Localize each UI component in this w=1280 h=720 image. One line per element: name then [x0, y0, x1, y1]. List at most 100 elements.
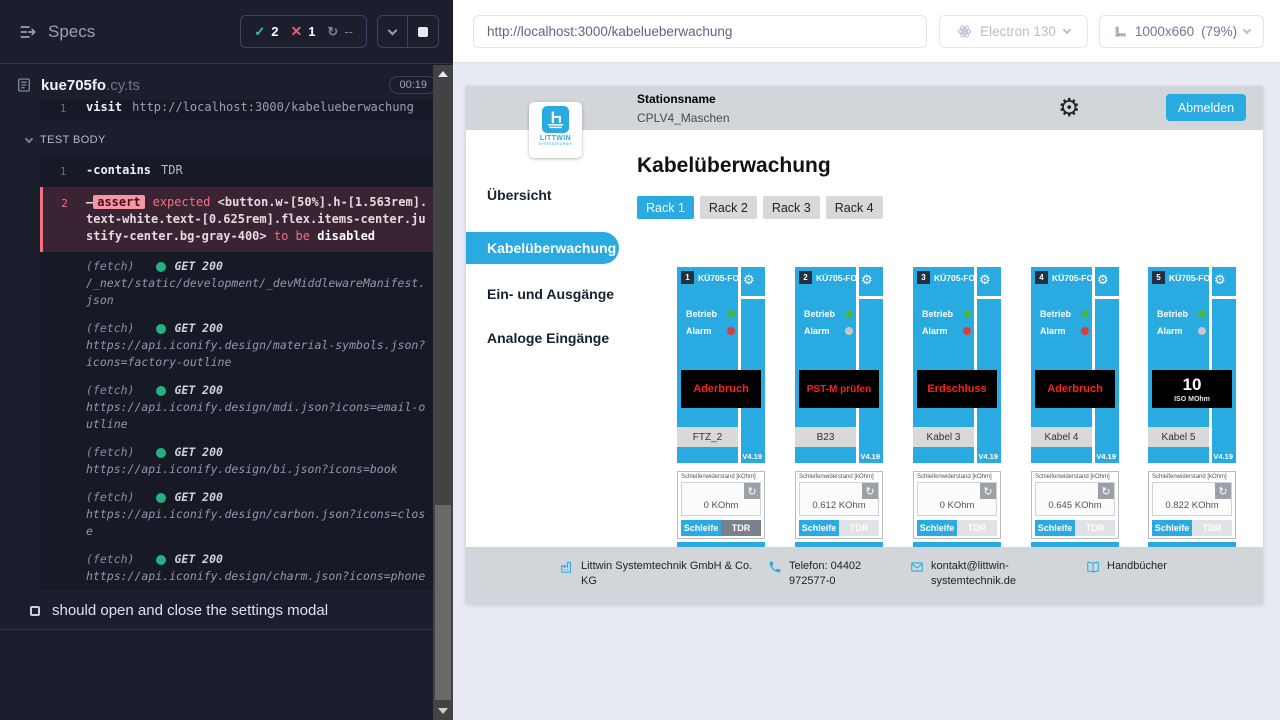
cable-name-label: FTZ_2	[677, 427, 738, 447]
spec-file-row[interactable]: kue705fo.cy.ts 00:19	[16, 76, 437, 94]
divider	[677, 539, 765, 542]
fetch-log-row[interactable]: (fetch)GET 200https://api.iconify.design…	[40, 376, 438, 438]
divider	[913, 539, 1001, 542]
refresh-button[interactable]: ↻	[1215, 483, 1231, 499]
scrollbar-thumb[interactable]	[435, 505, 451, 700]
card-settings-icon[interactable]: ⚙	[861, 272, 873, 288]
rack-tab-1[interactable]: Rack 1	[637, 196, 694, 219]
refresh-button[interactable]: ↻	[980, 483, 996, 499]
rack-tab-3[interactable]: Rack 3	[763, 196, 820, 219]
cable-name-label: B23	[795, 427, 856, 447]
tdr-button[interactable]: TDR	[839, 520, 879, 536]
sidebar-item-2[interactable]: Kabelüberwachung	[466, 232, 619, 264]
fetch-status: GET 200	[174, 489, 222, 506]
tdr-button[interactable]: TDR	[1192, 520, 1232, 536]
schleife-button[interactable]: Schleife	[799, 520, 839, 536]
failed-assert-row[interactable]: 2 –assertexpected <button.w-[50%].h-[1.5…	[40, 187, 438, 252]
viewport-select[interactable]: 1000x660 (79%)	[1099, 15, 1264, 48]
fetch-log-row[interactable]: (fetch)GET 200https://api.iconify.design…	[40, 545, 438, 590]
device-card-5: 5KÜ705-FO⚙BetriebAlarm10ISO MOhmKabel 5V…	[1148, 267, 1236, 547]
settings-gear-icon[interactable]: ⚙	[1058, 91, 1080, 125]
logout-button[interactable]: Abmelden	[1166, 94, 1246, 121]
divider	[1031, 463, 1119, 471]
card-settings-icon[interactable]: ⚙	[979, 272, 991, 288]
browser-select[interactable]: Electron 130	[939, 15, 1088, 48]
loop-resistance-label: Schleifenwiderstand [kOhm]	[799, 474, 882, 480]
firmware-version: V4.19	[1096, 452, 1116, 461]
iso-unit: ISO MOhm	[1174, 396, 1210, 403]
url-input[interactable]: http://localhost:3000/kabelueberwachung	[473, 15, 927, 48]
fetch-status: GET 200	[174, 320, 222, 337]
test-body-section[interactable]: TEST BODY	[26, 134, 453, 146]
reporter-scrollbar[interactable]	[433, 65, 453, 720]
refresh-button[interactable]: ↻	[744, 483, 760, 499]
fetch-log-list: (fetch)GET 200/_next/static/development/…	[40, 252, 438, 590]
loop-value-box: ↻0.612 KOhm	[799, 482, 879, 516]
card-settings-icon[interactable]: ⚙	[743, 272, 755, 288]
footer-item-1: Littwin Systemtechnik GmbH & Co. KG	[560, 559, 755, 589]
fetch-log-row[interactable]: (fetch)GET 200https://api.iconify.design…	[40, 483, 438, 545]
tdr-button[interactable]: TDR	[1075, 520, 1115, 536]
sidebar-item-1[interactable]: Übersicht	[487, 187, 552, 203]
visit-command-row[interactable]: 1 visit http://localhost:3000/kabelueber…	[40, 100, 438, 120]
refresh-button[interactable]: ↻	[1098, 483, 1114, 499]
test-stats: ✓2 ✕1 ↻--	[240, 15, 367, 48]
fetch-log-row[interactable]: (fetch)GET 200/_next/static/development/…	[40, 252, 438, 314]
scroll-up-arrow-icon[interactable]	[438, 71, 448, 77]
device-display: Erdschluss	[917, 370, 997, 408]
fetch-url: https://api.iconify.design/carbon.json?i…	[86, 506, 428, 540]
loop-resistance-label: Schleifenwiderstand [kOhm]	[681, 474, 764, 480]
stop-icon	[418, 27, 428, 37]
fetch-log-row[interactable]: (fetch)GET 200https://api.iconify.design…	[40, 438, 438, 483]
alarm-led	[727, 327, 735, 335]
device-model-label: KÜ705-FO	[934, 273, 975, 283]
visit-command-block: 1 visit http://localhost:3000/kabelueber…	[40, 100, 438, 120]
scroll-down-arrow-icon[interactable]	[438, 708, 448, 714]
specs-list-icon[interactable]	[18, 22, 38, 42]
passed-count: ✓2	[254, 24, 278, 40]
rack-tab-4[interactable]: Rack 4	[826, 196, 883, 219]
status-dot-icon	[156, 386, 166, 396]
stop-button[interactable]	[408, 15, 439, 48]
rack-tab-2[interactable]: Rack 2	[700, 196, 757, 219]
loop-value-box: ↻0 KOhm	[681, 482, 761, 516]
tdr-button[interactable]: TDR	[721, 520, 761, 536]
card-settings-icon[interactable]: ⚙	[1097, 272, 1109, 288]
collapse-button[interactable]	[377, 15, 408, 48]
divider	[795, 539, 883, 542]
refresh-button[interactable]: ↻	[862, 483, 878, 499]
device-card-2: 2KÜ705-FO⚙BetriebAlarmPST-M prüfenB23V4.…	[795, 267, 883, 547]
specs-title: Specs	[48, 22, 95, 42]
divider	[795, 463, 883, 471]
betrieb-led-row: Betrieb	[686, 309, 735, 319]
alarm-led	[845, 327, 853, 335]
footer-item-4[interactable]: Handbücher	[1086, 559, 1226, 579]
command-name: visit	[86, 100, 122, 117]
schleife-button[interactable]: Schleife	[917, 520, 957, 536]
divider	[1031, 539, 1119, 542]
fetch-label: (fetch)	[86, 320, 134, 337]
contains-command-row[interactable]: 1 -contains TDR	[40, 155, 438, 187]
fetch-log-row[interactable]: (fetch) GET 200https://api.iconify.design…	[40, 314, 438, 376]
alarm-led-row: Alarm	[804, 326, 853, 336]
alarm-message: Erdschluss	[927, 383, 986, 395]
check-icon: ✓	[254, 24, 265, 40]
cable-name-label: Kabel 3	[913, 427, 974, 447]
betrieb-led	[845, 310, 853, 318]
device-display: Aderbruch	[1035, 370, 1115, 408]
device-display: PST-M prüfen	[799, 370, 879, 408]
card-number-badge: 5	[1152, 271, 1165, 284]
schleife-button[interactable]: Schleife	[1035, 520, 1075, 536]
fetch-url: https://api.iconify.design/bi.json?icons…	[86, 461, 428, 478]
pending-test-row[interactable]: should open and close the settings modal	[30, 602, 453, 619]
loop-value: 0 KOhm	[918, 500, 996, 511]
fetch-status: GET 200	[174, 382, 222, 399]
card-divider-h	[974, 296, 1001, 299]
card-settings-icon[interactable]: ⚙	[1214, 272, 1226, 288]
schleife-button[interactable]: Schleife	[681, 520, 721, 536]
fetch-label: (fetch)	[86, 382, 134, 399]
loop-resistance-panel: Schleifenwiderstand [kOhm]↻0.645 KOhmSch…	[1031, 471, 1119, 539]
schleife-button[interactable]: Schleife	[1152, 520, 1192, 536]
fetch-url: https://api.iconify.design/material-symb…	[86, 337, 428, 371]
tdr-button[interactable]: TDR	[957, 520, 997, 536]
